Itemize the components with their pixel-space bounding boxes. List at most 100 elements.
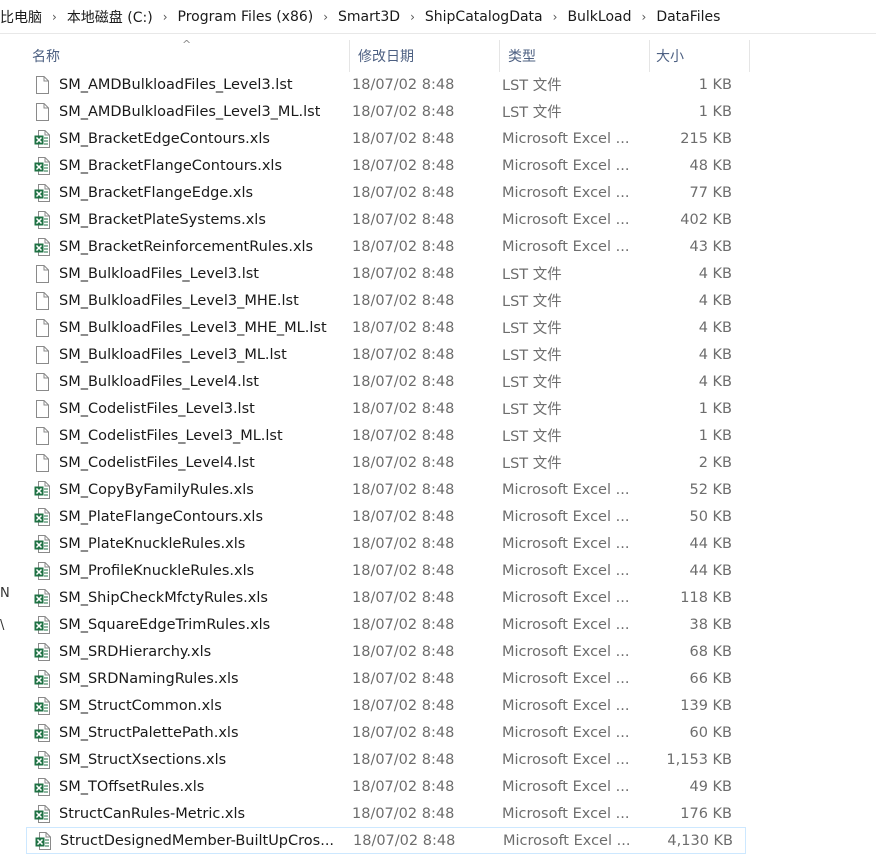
file-date: 18/07/02 8:48 (352, 481, 455, 498)
file-date: 18/07/02 8:48 (352, 184, 455, 201)
column-header-row: 名称 ^ 修改日期 类型 大小 (14, 38, 754, 72)
file-row[interactable]: SM_AMDBulkloadFiles_Level3_ML.lst 18/07/0… (26, 98, 746, 125)
file-size: 49 KB (689, 778, 732, 795)
chevron-right-icon[interactable]: › (549, 10, 562, 24)
file-name: SM_CodelistFiles_Level4.lst (59, 454, 255, 471)
file-row[interactable]: SM_BulkloadFiles_Level3.lst 18/07/02 8:48… (26, 260, 746, 287)
file-date: 18/07/02 8:48 (352, 751, 455, 768)
file-row[interactable]: SM_BracketReinforcementRules.xls 18/07/02… (26, 233, 746, 260)
breadcrumb-item[interactable]: BulkLoad (561, 9, 637, 25)
file-size: 66 KB (689, 670, 732, 687)
file-date: 18/07/02 8:48 (353, 832, 456, 849)
file-date: 18/07/02 8:48 (352, 157, 455, 174)
file-row[interactable]: SM_BulkloadFiles_Level3_ML.lst 18/07/02 8… (26, 341, 746, 368)
file-name: StructDesignedMember-BuiltUpCros... (60, 832, 335, 849)
file-row[interactable]: SM_CopyByFamilyRules.xls 18/07/02 8:48 Mic… (26, 476, 746, 503)
file-row[interactable]: SM_StructCommon.xls 18/07/02 8:48 Microsof… (26, 692, 746, 719)
file-date: 18/07/02 8:48 (352, 400, 455, 417)
column-header-date[interactable]: 修改日期 (350, 40, 500, 72)
breadcrumb-item[interactable]: ShipCatalogData (419, 9, 549, 25)
file-name: SM_ProfileKnuckleRules.xls (59, 562, 255, 579)
column-size-label: 大小 (656, 49, 684, 65)
file-name-cell: SM_AMDBulkloadFiles_Level3.lst (26, 75, 352, 94)
column-date-label: 修改日期 (358, 49, 414, 65)
file-row[interactable]: SM_BulkloadFiles_Level3_MHE_ML.lst 18/07/… (26, 314, 746, 341)
file-row[interactable]: SM_BracketFlangeEdge.xls 18/07/02 8:48 Mic… (26, 179, 746, 206)
file-name: SM_CodelistFiles_Level3.lst (59, 400, 255, 417)
file-size: 118 KB (680, 589, 732, 606)
breadcrumb-item[interactable]: Smart3D (332, 9, 406, 25)
excel-file-icon (34, 750, 50, 769)
file-row[interactable]: SM_PlateKnuckleRules.xls 18/07/02 8:48 Mic… (26, 530, 746, 557)
file-name: SM_BulkloadFiles_Level3.lst (59, 265, 259, 282)
file-size: 44 KB (689, 562, 732, 579)
breadcrumb-item[interactable]: 比电脑 (0, 7, 48, 27)
file-type: Microsoft Excel ... (503, 832, 631, 849)
file-name-cell: SM_BulkloadFiles_Level3.lst (26, 264, 352, 283)
file-date: 18/07/02 8:48 (352, 643, 455, 660)
file-type: LST 文件 (502, 321, 562, 337)
chevron-right-icon[interactable]: › (48, 10, 61, 24)
file-name-cell: SM_BulkloadFiles_Level3_ML.lst (26, 345, 352, 364)
column-header-name[interactable]: 名称 ^ (14, 38, 350, 72)
file-row[interactable]: SM_ShipCheckMfctyRules.xls 18/07/02 8:48 M… (26, 584, 746, 611)
nav-pane-clipped-text: \ (0, 618, 5, 633)
navigation-pane-edge[interactable]: N \ (0, 34, 10, 850)
excel-file-icon (34, 156, 50, 175)
file-type: Microsoft Excel ... (502, 805, 630, 822)
breadcrumb-item[interactable]: 本地磁盘 (C:) (61, 7, 159, 27)
file-name-cell: StructDesignedMember-BuiltUpCros... (27, 831, 353, 850)
file-date: 18/07/02 8:48 (352, 373, 455, 390)
excel-file-icon (34, 561, 50, 580)
column-header-size[interactable]: 大小 (650, 40, 750, 72)
file-size: 1,153 KB (666, 751, 732, 768)
chevron-right-icon[interactable]: › (406, 10, 419, 24)
text-file-icon (34, 318, 50, 337)
file-row[interactable]: SM_ProfileKnuckleRules.xls 18/07/02 8:48 M… (26, 557, 746, 584)
column-header-type[interactable]: 类型 (500, 40, 650, 72)
text-file-icon (34, 345, 50, 364)
file-row[interactable]: SM_SRDHierarchy.xls 18/07/02 8:48 Microsof… (26, 638, 746, 665)
file-row[interactable]: SM_BracketPlateSystems.xls 18/07/02 8:48 M… (26, 206, 746, 233)
file-row[interactable]: SM_AMDBulkloadFiles_Level3.lst 18/07/02 8… (26, 71, 746, 98)
chevron-right-icon[interactable]: › (319, 10, 332, 24)
file-row[interactable]: SM_StructXsections.xls 18/07/02 8:48 Micro… (26, 746, 746, 773)
file-row[interactable]: SM_CodelistFiles_Level3.lst 18/07/02 8:48… (26, 395, 746, 422)
file-type: LST 文件 (502, 105, 562, 121)
file-row[interactable]: SM_TOffsetRules.xls 18/07/02 8:48 Microsof… (26, 773, 746, 800)
file-name-cell: SM_StructPalettePath.xls (26, 723, 352, 742)
excel-file-icon (34, 696, 50, 715)
file-date: 18/07/02 8:48 (352, 211, 455, 228)
chevron-right-icon[interactable]: › (638, 10, 651, 24)
file-row[interactable]: SM_CodelistFiles_Level4.lst 18/07/02 8:48… (26, 449, 746, 476)
file-type: Microsoft Excel ... (502, 751, 630, 768)
file-row[interactable]: SM_StructPalettePath.xls 18/07/02 8:48 Mic… (26, 719, 746, 746)
file-name-cell: SM_SquareEdgeTrimRules.xls (26, 615, 352, 634)
file-type: Microsoft Excel ... (502, 616, 630, 633)
file-date: 18/07/02 8:48 (352, 265, 455, 282)
breadcrumb-item[interactable]: DataFiles (650, 9, 726, 25)
chevron-right-icon[interactable]: › (159, 10, 172, 24)
file-row[interactable]: SM_SRDNamingRules.xls 18/07/02 8:48 Micros… (26, 665, 746, 692)
file-size: 4 KB (698, 265, 732, 282)
file-type: Microsoft Excel ... (502, 157, 630, 174)
breadcrumb-item[interactable]: Program Files (x86) (172, 9, 320, 25)
file-row[interactable]: SM_PlateFlangeContours.xls 18/07/02 8:48 M… (26, 503, 746, 530)
file-row[interactable]: SM_CodelistFiles_Level3_ML.lst 18/07/02 8… (26, 422, 746, 449)
file-type: LST 文件 (502, 375, 562, 391)
file-name: SM_BracketReinforcementRules.xls (59, 238, 314, 255)
file-name: SM_BulkloadFiles_Level3_MHE_ML.lst (59, 319, 327, 336)
file-name-cell: SM_CodelistFiles_Level4.lst (26, 453, 352, 472)
file-date: 18/07/02 8:48 (352, 454, 455, 471)
file-name: SM_BulkloadFiles_Level4.lst (59, 373, 259, 390)
file-row[interactable]: SM_BracketFlangeContours.xls 18/07/02 8:4… (26, 152, 746, 179)
excel-file-icon (34, 615, 50, 634)
text-file-icon (34, 372, 50, 391)
file-name-cell: SM_BracketFlangeContours.xls (26, 156, 352, 175)
file-row[interactable]: SM_BracketEdgeContours.xls 18/07/02 8:48 M… (26, 125, 746, 152)
text-file-icon (34, 264, 50, 283)
file-row[interactable]: StructCanRules-Metric.xls 18/07/02 8:48 Mi… (26, 800, 746, 827)
file-row[interactable]: SM_BulkloadFiles_Level3_MHE.lst 18/07/02 … (26, 287, 746, 314)
file-row[interactable]: SM_SquareEdgeTrimRules.xls 18/07/02 8:48 M… (26, 611, 746, 638)
file-row[interactable]: SM_BulkloadFiles_Level4.lst 18/07/02 8:48… (26, 368, 746, 395)
